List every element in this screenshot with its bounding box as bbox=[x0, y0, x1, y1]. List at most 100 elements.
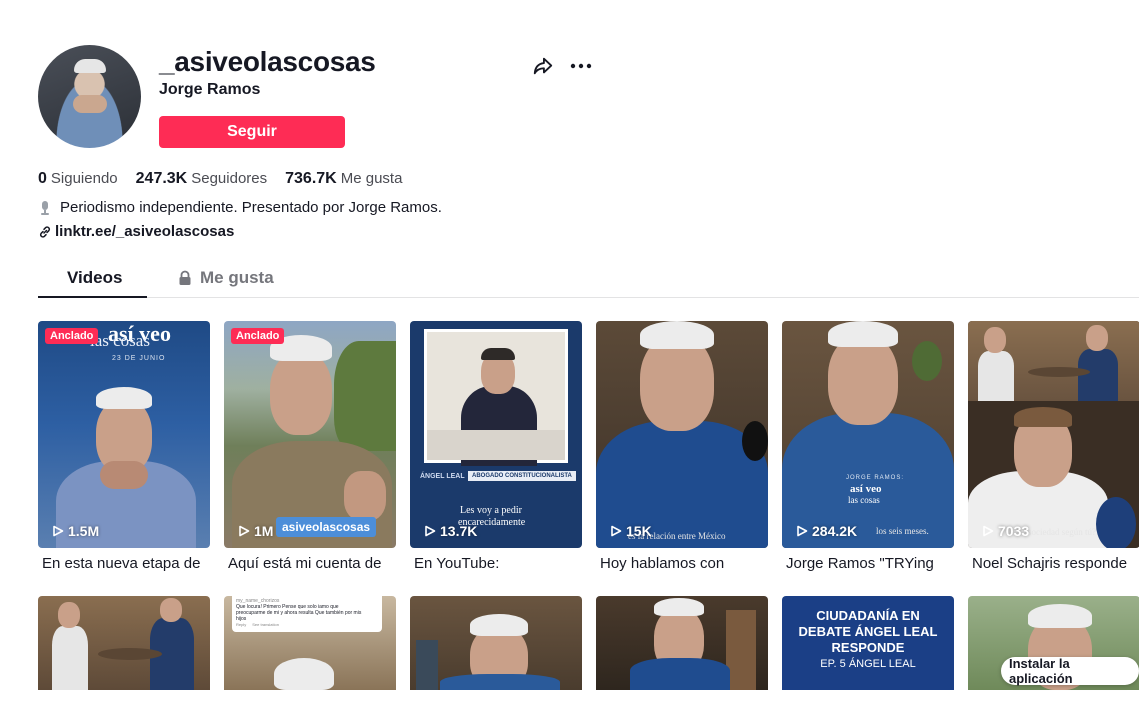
inset-video-frame bbox=[424, 329, 568, 466]
more-options-icon[interactable] bbox=[569, 56, 593, 76]
view-count: 7033 bbox=[982, 523, 1029, 539]
video-caption[interactable]: En YouTube: bbox=[410, 555, 582, 572]
followers-stat[interactable]: 247.3K Seguidores bbox=[136, 170, 267, 188]
followers-count: 247.3K bbox=[135, 170, 188, 187]
video-thumbnail[interactable]: es la relación entre México 15K bbox=[596, 321, 768, 548]
video-card[interactable] bbox=[410, 596, 582, 690]
background-plant bbox=[912, 341, 942, 381]
video-card[interactable] bbox=[596, 596, 768, 690]
overlay-subtitle: los seis meses. bbox=[876, 526, 929, 536]
video-thumbnail[interactable]: ÁNGEL LEAL ABOGADO CONSTITUCIONALISTA Le… bbox=[410, 321, 582, 548]
person-hand bbox=[344, 471, 386, 521]
video-caption[interactable]: Jorge Ramos "TRYing bbox=[782, 555, 954, 572]
video-card[interactable]: my_name_chorizos Que locura! Primero Pen… bbox=[224, 596, 396, 690]
comment-overlay: my_name_chorizos Que locura! Primero Pen… bbox=[232, 596, 382, 632]
view-count-value: 13.7K bbox=[440, 523, 478, 539]
bookshelf bbox=[416, 640, 438, 690]
avatar-hair bbox=[74, 59, 106, 73]
play-icon bbox=[53, 525, 64, 537]
video-caption[interactable]: En esta nueva etapa de bbox=[38, 555, 210, 572]
video-thumbnail[interactable]: JORGE RAMOS: así veo las cosas los seis … bbox=[782, 321, 954, 548]
video-thumbnail[interactable] bbox=[596, 596, 768, 690]
table bbox=[1028, 367, 1090, 377]
view-count-value: 284.2K bbox=[812, 523, 858, 539]
pinned-badge: Anclado bbox=[45, 328, 99, 344]
microphone bbox=[742, 421, 768, 461]
overlay-quote-line1: Les voy a pedir bbox=[460, 505, 522, 516]
overlay-guest-role: ABOGADO CONSTITUCIONALISTA bbox=[468, 471, 576, 481]
tab-likes[interactable]: Me gusta bbox=[178, 268, 274, 288]
bio-text: Periodismo independiente. Presentado por… bbox=[60, 199, 442, 216]
video-thumbnail[interactable]: sociedad según tú? 7033 bbox=[968, 321, 1139, 548]
microphone bbox=[1096, 497, 1136, 548]
video-card[interactable]: así veo las cosas 23 DE JUNIO Anclado 1.… bbox=[38, 321, 210, 572]
play-icon bbox=[797, 525, 808, 537]
person-hair bbox=[640, 321, 714, 349]
view-count-value: 1.5M bbox=[68, 523, 100, 539]
video-card[interactable] bbox=[38, 596, 210, 690]
overlay-title-line1: CIUDADANÍA EN bbox=[816, 608, 920, 623]
video-card[interactable]: ÁNGEL LEAL ABOGADO CONSTITUCIONALISTA Le… bbox=[410, 321, 582, 572]
person-hair bbox=[1028, 604, 1092, 628]
video-caption[interactable]: Noel Schajris responde bbox=[968, 555, 1139, 572]
person-face bbox=[828, 335, 898, 425]
tab-likes-label: Me gusta bbox=[200, 268, 274, 287]
comment-text: Que locura! Primero Pense que solo iamo … bbox=[236, 604, 362, 622]
person-face bbox=[270, 351, 332, 435]
view-count-value: 1M bbox=[254, 523, 274, 539]
bookshelf bbox=[726, 610, 756, 690]
video-caption[interactable]: Hoy hablamos con bbox=[596, 555, 768, 572]
person-right-face bbox=[160, 598, 182, 622]
video-thumbnail[interactable]: CIUDADANÍA EN DEBATE ÁNGEL LEAL RESPONDE… bbox=[782, 596, 954, 690]
profile-nickname: Jorge Ramos bbox=[159, 81, 261, 98]
video-card[interactable]: asiveolascosas Anclado 1M Aquí está mi c… bbox=[224, 321, 396, 572]
video-card[interactable]: es la relación entre México 15K Hoy habl… bbox=[596, 321, 768, 572]
person-right-face bbox=[1086, 325, 1108, 351]
avatar-hands bbox=[73, 95, 107, 113]
profile-stats: 0 Siguiendo 247.3K Seguidores 736.7K Me gus… bbox=[38, 170, 402, 188]
overlay-tag: asiveolascosas bbox=[276, 517, 377, 537]
profile-tabs: Videos Me gusta bbox=[38, 256, 1139, 298]
video-caption[interactable]: Aquí está mi cuenta de bbox=[224, 555, 396, 572]
person-face bbox=[640, 335, 714, 431]
overlay-subtitle: sociedad según tú? bbox=[1028, 527, 1096, 537]
video-thumbnail[interactable]: my_name_chorizos Que locura! Primero Pen… bbox=[224, 596, 396, 690]
profile-link[interactable]: linktr.ee/_asiveolascosas bbox=[38, 223, 234, 240]
person-hair bbox=[481, 348, 515, 360]
tab-videos[interactable]: Videos bbox=[67, 268, 122, 288]
install-app-button[interactable]: Instalar la aplicación bbox=[1001, 656, 1139, 686]
video-card[interactable]: JORGE RAMOS: así veo las cosas los seis … bbox=[782, 321, 954, 572]
person-hair bbox=[274, 658, 334, 690]
following-label: Siguiendo bbox=[50, 170, 118, 187]
overlay-guest-name: ÁNGEL LEAL bbox=[420, 473, 465, 480]
person-shirt bbox=[440, 674, 560, 690]
view-count-value: 7033 bbox=[998, 523, 1030, 539]
follow-button[interactable]: Seguir bbox=[159, 116, 345, 148]
video-thumbnail[interactable]: así veo las cosas 23 DE JUNIO Anclado 1.… bbox=[38, 321, 210, 548]
desk bbox=[427, 430, 565, 460]
overlay-brand: JORGE RAMOS: bbox=[846, 475, 905, 481]
view-count: 13.7K bbox=[424, 523, 477, 539]
video-thumbnail[interactable] bbox=[38, 596, 210, 690]
person-hair bbox=[96, 387, 152, 409]
view-count: 15K bbox=[610, 523, 652, 539]
lock-icon bbox=[179, 270, 191, 285]
video-thumbnail[interactable] bbox=[410, 596, 582, 690]
person-hair bbox=[654, 598, 704, 616]
video-card[interactable]: CIUDADANÍA EN DEBATE ÁNGEL LEAL RESPONDE… bbox=[782, 596, 954, 690]
video-thumbnail[interactable]: asiveolascosas Anclado 1M bbox=[224, 321, 396, 548]
overlay-title: así veo bbox=[850, 483, 882, 495]
person-left-face bbox=[984, 327, 1006, 353]
profile-username: _asiveolascosas bbox=[159, 46, 376, 77]
likes-label: Me gusta bbox=[340, 170, 403, 187]
person-hair bbox=[1014, 407, 1072, 427]
likes-stat: 736.7K Me gusta bbox=[285, 170, 402, 188]
comment-reply: Reply bbox=[236, 622, 247, 627]
share-icon[interactable] bbox=[532, 55, 554, 77]
video-card[interactable]: sociedad según tú? 7033 Noel Schajris re… bbox=[968, 321, 1139, 572]
play-icon bbox=[425, 525, 436, 537]
play-icon bbox=[611, 525, 622, 537]
overlay-title-line2: las cosas bbox=[848, 495, 880, 505]
following-stat[interactable]: 0 Siguiendo bbox=[38, 170, 118, 188]
person-hair bbox=[828, 321, 898, 347]
